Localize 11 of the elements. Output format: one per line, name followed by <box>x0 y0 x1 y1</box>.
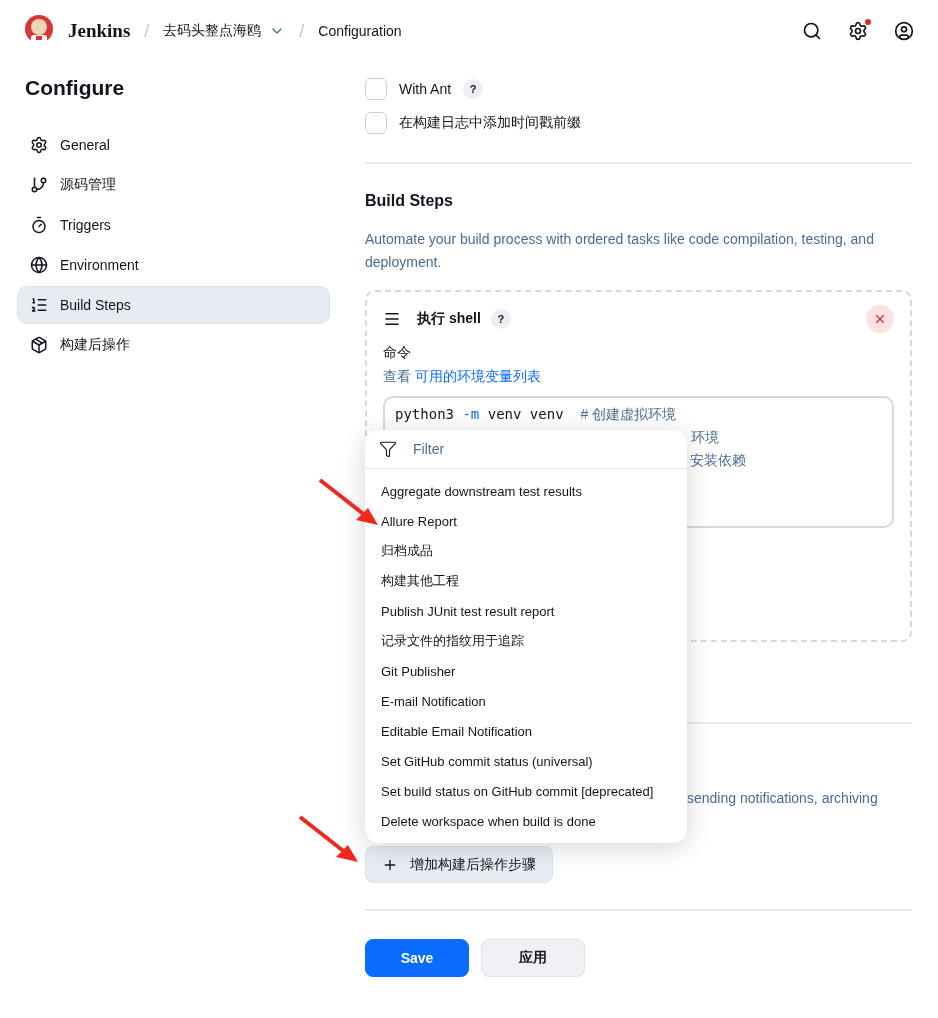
checkbox-label: With Ant <box>399 81 452 97</box>
sidebar-title: Configure <box>25 76 126 100</box>
section-description: Automate your build process with ordered tasks like code compilation, testing, and deployment. <box>365 230 875 272</box>
step-title: 执行 shell <box>417 310 481 328</box>
env-hint: 查看 可用的环境变量列表 <box>383 368 542 386</box>
field-label: 命令 <box>383 344 412 362</box>
breadcrumb-separator: / <box>299 20 305 42</box>
section-description: sending notifications, archiving <box>687 790 879 806</box>
checkbox-label: 在构建日志中添加时间戳前缀 <box>399 114 581 132</box>
section-title: Build Steps <box>365 192 454 210</box>
breadcrumb-separator: / <box>144 20 150 42</box>
